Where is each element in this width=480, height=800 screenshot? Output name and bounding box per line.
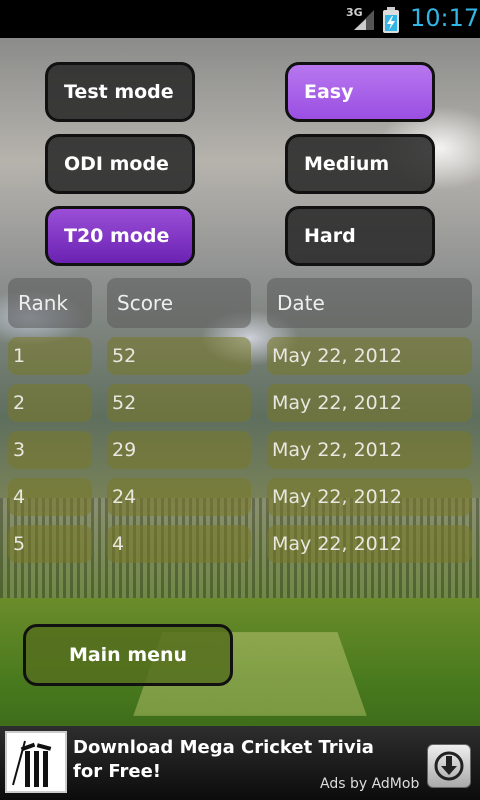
hard-button[interactable]: Hard — [285, 206, 435, 266]
score-header: Score — [107, 278, 251, 328]
score-cell: 52 — [107, 384, 251, 422]
rank-cell: 5 — [8, 525, 92, 563]
hard-label: Hard — [304, 225, 356, 247]
clock: 10:17 — [410, 4, 480, 32]
medium-label: Medium — [304, 153, 390, 175]
score-cell: 4 — [107, 525, 251, 563]
easy-label: Easy — [304, 81, 354, 103]
date-cell: May 22, 2012 — [267, 337, 472, 375]
rank-cell: 3 — [8, 431, 92, 469]
rank-cell: 1 — [8, 337, 92, 375]
ad-banner[interactable]: Download Mega Cricket Trivia for Free! A… — [0, 726, 480, 800]
medium-button[interactable]: Medium — [285, 134, 435, 194]
t20-mode-label: T20 mode — [64, 225, 170, 247]
test-mode-label: Test mode — [64, 81, 174, 103]
date-header: Date — [267, 278, 472, 328]
ad-attribution: Ads by AdMob — [320, 776, 420, 792]
rank-cell: 4 — [8, 478, 92, 516]
signal-icon — [354, 10, 374, 30]
date-cell: May 22, 2012 — [267, 525, 472, 563]
download-icon[interactable] — [427, 744, 471, 788]
score-cell: 29 — [107, 431, 251, 469]
cricket-trivia-logo-icon — [5, 731, 67, 793]
rank-cell: 2 — [8, 384, 92, 422]
test-mode-button[interactable]: Test mode — [45, 62, 195, 122]
odi-mode-button[interactable]: ODI mode — [45, 134, 195, 194]
date-cell: May 22, 2012 — [267, 431, 472, 469]
easy-button[interactable]: Easy — [285, 62, 435, 122]
date-cell: May 22, 2012 — [267, 478, 472, 516]
status-bar: 3G 10:17 — [0, 0, 480, 38]
rank-header: Rank — [8, 278, 92, 328]
main-menu-label: Main menu — [68, 644, 188, 666]
score-cell: 52 — [107, 337, 251, 375]
battery-charging-icon — [383, 7, 399, 33]
t20-mode-button[interactable]: T20 mode — [45, 206, 195, 266]
odi-mode-label: ODI mode — [64, 153, 169, 175]
main-menu-button[interactable]: Main menu — [23, 624, 233, 686]
score-cell: 24 — [107, 478, 251, 516]
date-cell: May 22, 2012 — [267, 384, 472, 422]
